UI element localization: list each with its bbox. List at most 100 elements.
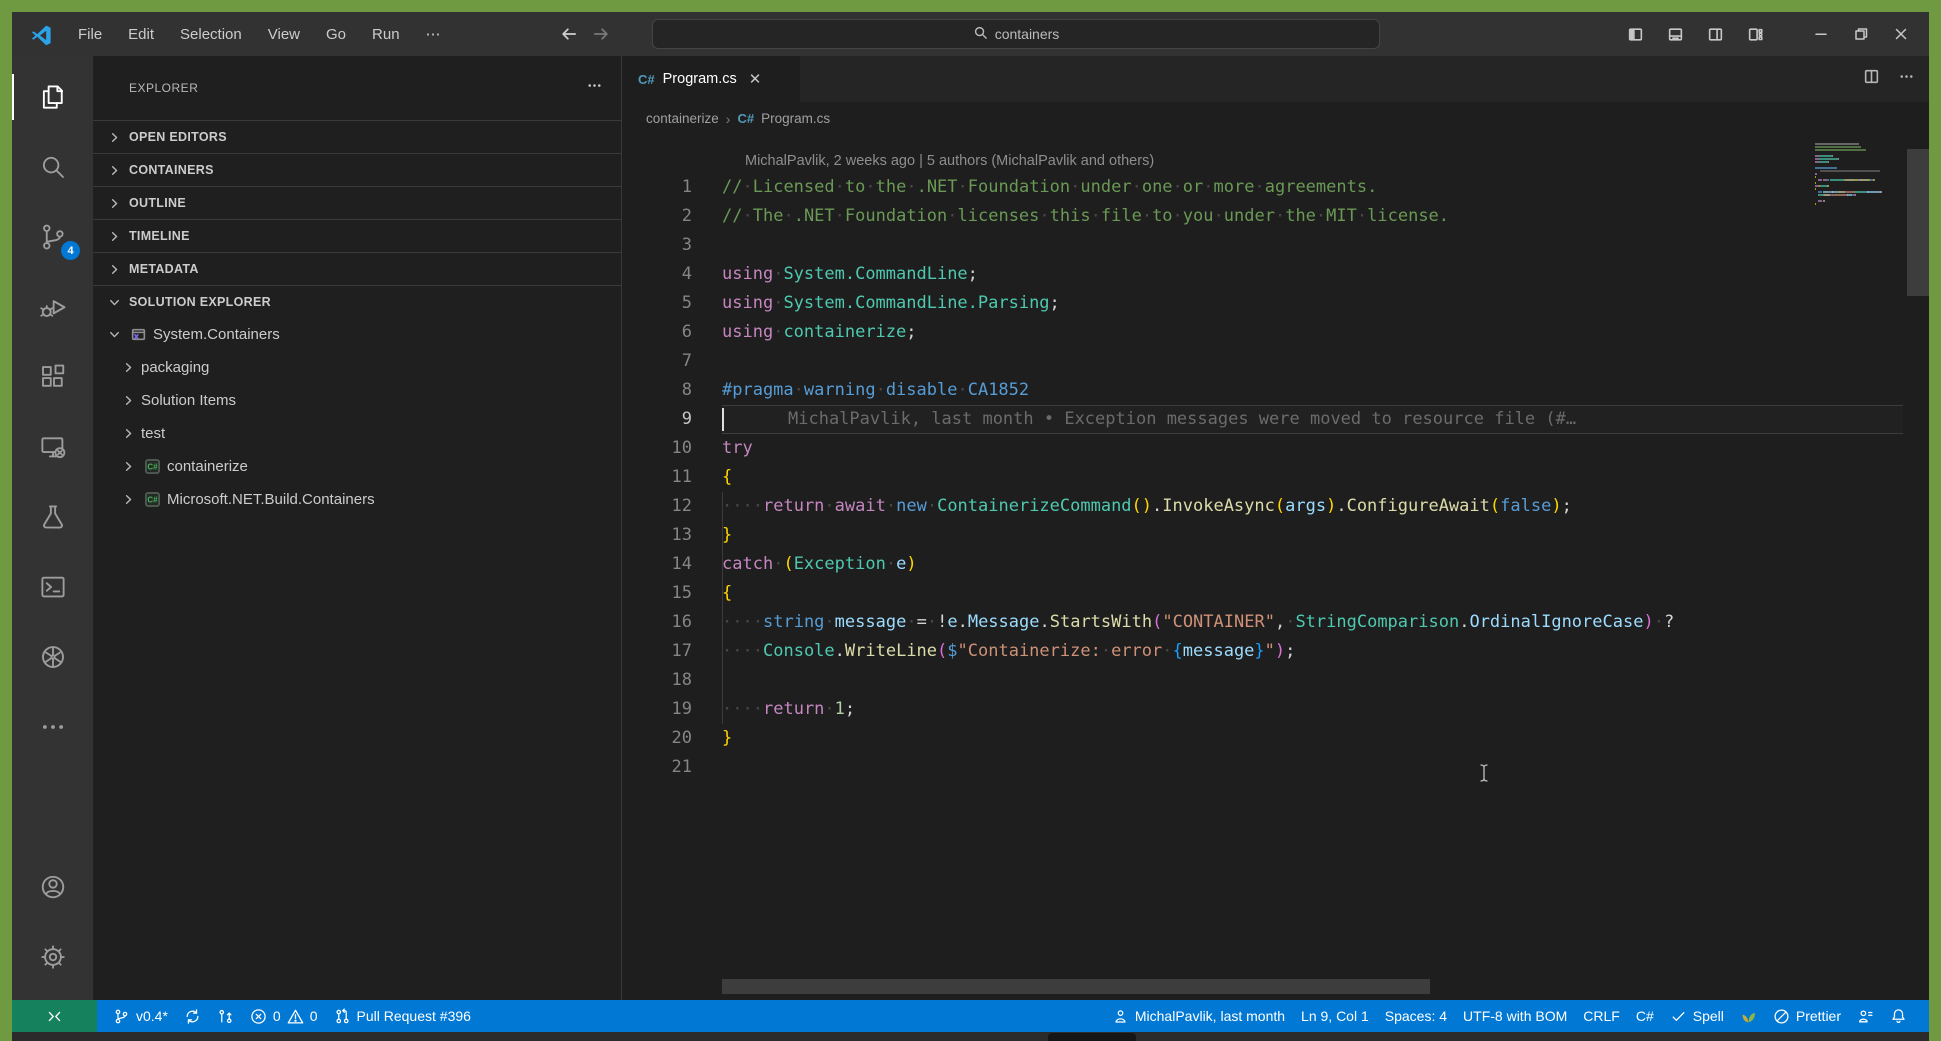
status-prettier[interactable]: Prettier	[1765, 1000, 1849, 1032]
status-feedback[interactable]	[1849, 1000, 1882, 1032]
status-pull-request[interactable]: Pull Request #396	[326, 1000, 479, 1032]
status-language-mode[interactable]: C#	[1628, 1000, 1662, 1032]
toggle-panel-icon[interactable]	[1655, 12, 1695, 56]
code-line-13[interactable]: 13}	[622, 521, 1929, 550]
activity-terminal-icon[interactable]	[12, 552, 93, 622]
activity-search-icon[interactable]	[12, 132, 93, 202]
menu-edit[interactable]: Edit	[117, 21, 165, 48]
tree-item-solution-items[interactable]: Solution Items	[93, 384, 621, 417]
status-git-blame[interactable]: MichalPavlik, last month	[1104, 1000, 1293, 1032]
editor-actions	[1863, 56, 1915, 102]
breadcrumb-folder[interactable]: containerize	[646, 111, 719, 126]
code-line-8[interactable]: 8#pragma·warning·disable·CA1852	[622, 376, 1929, 405]
section-containers[interactable]: CONTAINERS	[93, 153, 621, 186]
editor-more-icon[interactable]	[1898, 68, 1915, 90]
code-line-16[interactable]: 16····string·message·=·!e.Message.Starts…	[622, 608, 1929, 637]
status-eol[interactable]: CRLF	[1575, 1000, 1628, 1032]
section-open-editors[interactable]: OPEN EDITORS	[93, 120, 621, 153]
status-notifications[interactable]	[1882, 1000, 1915, 1032]
status-sprout[interactable]	[1732, 1000, 1765, 1032]
activity-remote-explorer-icon[interactable]	[12, 412, 93, 482]
breadcrumb-file[interactable]: Program.cs	[761, 111, 830, 126]
status-spell-checker[interactable]: Spell	[1662, 1000, 1732, 1032]
tree-item-system-containers[interactable]: System.Containers	[93, 318, 621, 351]
code-line-15[interactable]: 15{	[622, 579, 1929, 608]
tab-program-cs[interactable]: C# Program.cs ✕	[622, 56, 800, 102]
code-line-1[interactable]: 1//·Licensed·to·the·.NET·Foundation·unde…	[622, 173, 1929, 202]
menu-selection[interactable]: Selection	[169, 21, 253, 48]
menu-go[interactable]: Go	[315, 21, 357, 48]
menu-overflow-icon[interactable]: ⋯	[415, 20, 452, 48]
line-number: 2	[622, 202, 692, 231]
status-git-branch[interactable]: v0.4*	[105, 1000, 176, 1032]
close-tab-icon[interactable]: ✕	[749, 70, 762, 88]
chevron-right-icon	[119, 425, 137, 443]
tree-item-packaging[interactable]: packaging	[93, 351, 621, 384]
status-problems[interactable]: 00	[242, 1000, 326, 1032]
customize-layout-icon[interactable]	[1735, 12, 1775, 56]
tree-item-test[interactable]: test	[93, 417, 621, 450]
tree-item-label: containerize	[167, 458, 248, 475]
code-line-4[interactable]: 4using·System.CommandLine;	[622, 260, 1929, 289]
code-line-20[interactable]: 20}	[622, 724, 1929, 753]
code-line-5[interactable]: 5using·System.CommandLine.Parsing;	[622, 289, 1929, 318]
codelens-blame[interactable]: MichalPavlik, 2 weeks ago | 5 authors (M…	[622, 149, 1929, 173]
activity-settings-icon[interactable]	[12, 922, 93, 992]
close-button[interactable]	[1881, 12, 1921, 56]
toggle-secondary-sidebar-icon[interactable]	[1695, 12, 1735, 56]
code-line-12[interactable]: 12····return·await·new·ContainerizeComma…	[622, 492, 1929, 521]
horizontal-scrollbar[interactable]	[722, 979, 1430, 994]
status-label: Prettier	[1796, 1008, 1841, 1024]
toggle-sidebar-icon[interactable]	[1615, 12, 1655, 56]
sidebar-more-icon[interactable]	[586, 77, 603, 99]
code-line-7[interactable]: 7	[622, 347, 1929, 376]
tree-item-microsoft-net-build-containers[interactable]: C#Microsoft.NET.Build.Containers	[93, 483, 621, 516]
activity-accounts-icon[interactable]	[12, 852, 93, 922]
minimize-button[interactable]	[1801, 12, 1841, 56]
section-label: TIMELINE	[129, 229, 190, 243]
status-cursor-position[interactable]: Ln 9, Col 1	[1293, 1000, 1377, 1032]
activity-compass-icon[interactable]	[12, 622, 93, 692]
line-number: 5	[622, 289, 692, 318]
code-line-21[interactable]: 21	[622, 753, 1929, 782]
section-outline[interactable]: OUTLINE	[93, 186, 621, 219]
code-line-17[interactable]: 17····Console.WriteLine($"Containerize:·…	[622, 637, 1929, 666]
activity-source-control-icon[interactable]: 4	[12, 202, 93, 272]
line-number: 8	[622, 376, 692, 405]
menu-run[interactable]: Run	[361, 21, 411, 48]
activity-run-debug-icon[interactable]	[12, 272, 93, 342]
code-line-3[interactable]: 3	[622, 231, 1929, 260]
split-editor-icon[interactable]	[1863, 68, 1880, 90]
forward-icon[interactable]	[592, 25, 610, 43]
activity-extensions-icon[interactable]	[12, 342, 93, 412]
code-editor[interactable]: MichalPavlik, 2 weeks ago | 5 authors (M…	[622, 135, 1929, 1000]
menu-file[interactable]: File	[67, 21, 113, 48]
status-remote-indicator[interactable]	[12, 1000, 97, 1032]
status-git-graph[interactable]	[209, 1000, 242, 1032]
activity-more-icon[interactable]	[12, 692, 93, 762]
restore-button[interactable]	[1841, 12, 1881, 56]
back-icon[interactable]	[560, 25, 578, 43]
code-line-9[interactable]: 9MichalPavlik, last month • Exception me…	[622, 405, 1929, 434]
sidebar-header: EXPLORER	[93, 56, 621, 120]
section-solution-explorer[interactable]: SOLUTION EXPLORER	[93, 285, 621, 318]
status-indentation[interactable]: Spaces: 4	[1377, 1000, 1455, 1032]
command-center-search[interactable]: containers	[652, 19, 1380, 49]
code-line-2[interactable]: 2//·The·.NET·Foundation·licenses·this·fi…	[622, 202, 1929, 231]
status-encoding[interactable]: UTF-8 with BOM	[1455, 1000, 1575, 1032]
code-line-19[interactable]: 19····return·1;	[622, 695, 1929, 724]
tree-item-containerize[interactable]: C#containerize	[93, 450, 621, 483]
code-line-11[interactable]: 11{	[622, 463, 1929, 492]
activity-explorer-icon[interactable]	[12, 62, 93, 132]
section-timeline[interactable]: TIMELINE	[93, 219, 621, 252]
menu-view[interactable]: View	[257, 21, 311, 48]
code-line-10[interactable]: 10try	[622, 434, 1929, 463]
minimap[interactable]	[1815, 143, 1907, 209]
code-line-6[interactable]: 6using·containerize;	[622, 318, 1929, 347]
section-metadata[interactable]: METADATA	[93, 252, 621, 285]
vertical-scrollbar[interactable]	[1907, 149, 1929, 296]
code-line-18[interactable]: 18	[622, 666, 1929, 695]
code-line-14[interactable]: 14catch·(Exception·e)	[622, 550, 1929, 579]
activity-testing-icon[interactable]	[12, 482, 93, 552]
status-sync[interactable]	[176, 1000, 209, 1032]
